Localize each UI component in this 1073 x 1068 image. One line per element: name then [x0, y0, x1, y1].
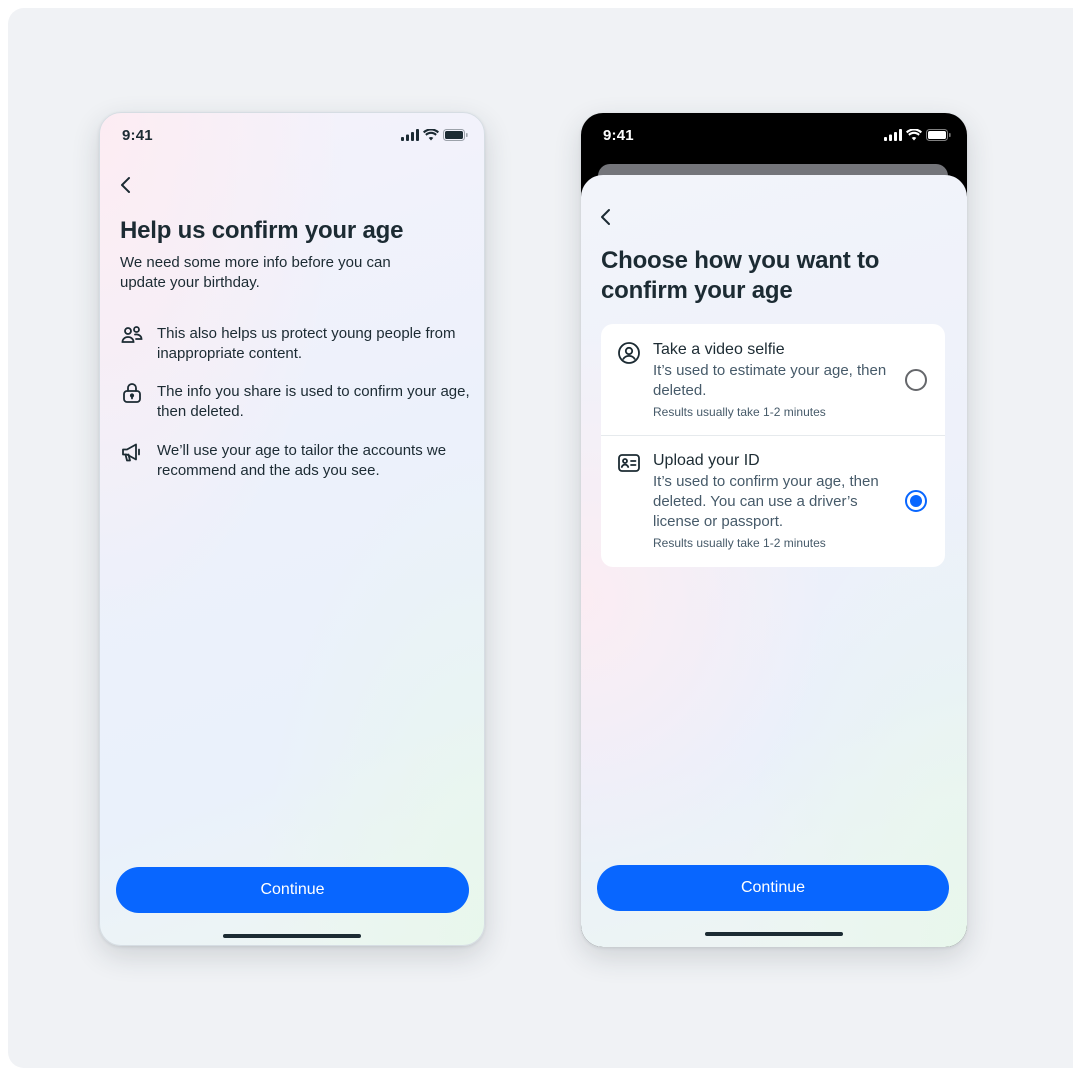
- person-circle-icon: [617, 341, 641, 365]
- option-upload-id[interactable]: Upload your ID It’s used to confirm your…: [601, 435, 945, 567]
- info-item-privacy: The info you share is used to confirm yo…: [120, 382, 470, 422]
- status-time: 9:41: [122, 126, 153, 144]
- page-title: Help us confirm your age: [120, 217, 404, 244]
- option-title: Take a video selfie: [653, 341, 785, 358]
- lock-icon: [120, 381, 144, 405]
- battery-icon: [443, 129, 468, 141]
- option-note: Results usually take 1-2 minutes: [653, 405, 826, 419]
- back-arrow-icon[interactable]: [117, 173, 137, 197]
- signal-icon: [401, 129, 419, 141]
- battery-icon: [926, 129, 951, 141]
- id-card-icon: [617, 451, 641, 475]
- back-arrow-icon[interactable]: [597, 205, 617, 229]
- option-description: It’s used to estimate your age, then del…: [653, 362, 887, 399]
- option-video-selfie[interactable]: Take a video selfie It’s used to estimat…: [601, 324, 945, 435]
- page-title: Choose how you want to confirm your age: [601, 247, 880, 304]
- bottom-sheet: Choose how you want to confirm your age …: [581, 175, 967, 947]
- option-description: It’s used to confirm your age, then dele…: [653, 473, 879, 530]
- wifi-icon: [423, 129, 439, 141]
- continue-button[interactable]: Continue: [116, 867, 469, 913]
- phone-screen-confirm-age: 9:41 Help us confirm your age We need so…: [99, 112, 485, 946]
- wifi-icon: [906, 129, 922, 141]
- options-card: Take a video selfie It’s used to estimat…: [601, 324, 945, 567]
- status-bar: 9:41: [100, 113, 484, 157]
- continue-button[interactable]: Continue: [597, 865, 949, 911]
- info-text: The info you share is used to confirm yo…: [157, 383, 470, 420]
- people-icon: [120, 323, 144, 347]
- status-icons: [401, 129, 468, 141]
- option-note: Results usually take 1-2 minutes: [653, 536, 826, 550]
- signal-icon: [884, 129, 902, 141]
- home-indicator: [705, 932, 843, 936]
- info-item-protect: This also helps us protect young people …: [120, 324, 470, 364]
- info-text: This also helps us protect young people …: [157, 325, 456, 362]
- status-bar: 9:41: [581, 113, 967, 157]
- home-indicator: [223, 934, 361, 938]
- info-text: We’ll use your age to tailor the account…: [157, 442, 447, 479]
- megaphone-icon: [120, 440, 144, 464]
- page-subtitle: We need some more info before you can up…: [120, 254, 391, 291]
- radio-video-selfie[interactable]: [905, 369, 927, 391]
- radio-upload-id[interactable]: [905, 490, 927, 512]
- status-time: 9:41: [603, 126, 634, 144]
- option-title: Upload your ID: [653, 452, 760, 469]
- radio-selected-dot: [910, 495, 922, 507]
- phone-screen-choose-method: 9:41 Choose how you want to confirm your…: [581, 113, 967, 947]
- status-icons: [884, 129, 951, 141]
- info-item-ads: We’ll use your age to tailor the account…: [120, 441, 470, 481]
